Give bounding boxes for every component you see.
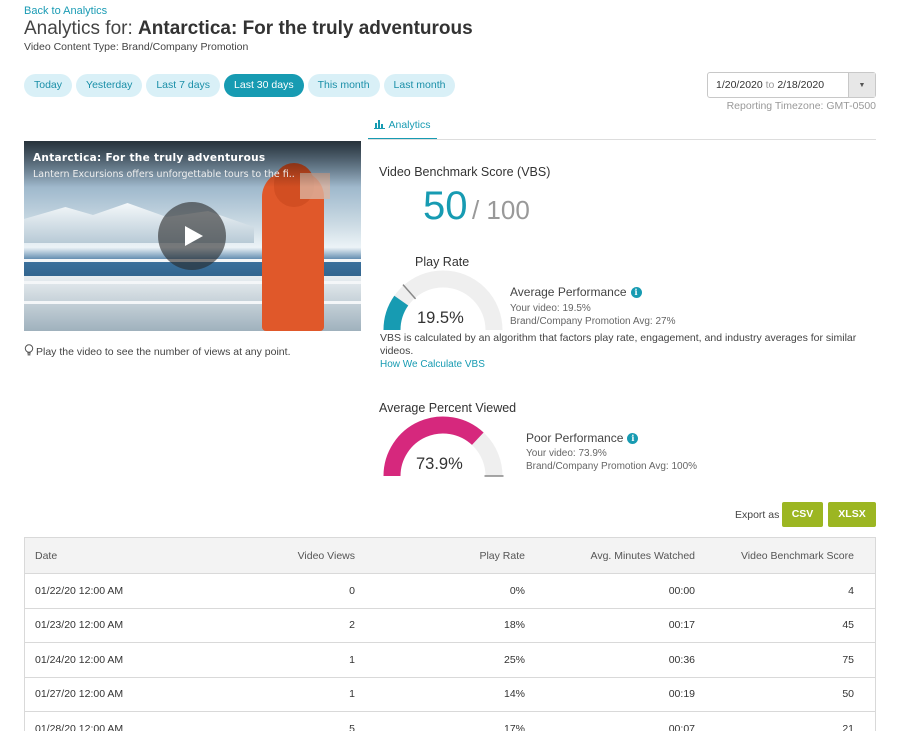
cell-vbs: 4	[848, 584, 854, 597]
video-player[interactable]: Antarctica: For the truly adventurous La…	[24, 141, 361, 331]
tab-analytics[interactable]: Analytics	[368, 117, 437, 140]
avg-percent-viewed-category-avg: Brand/Company Promotion Avg: 100%	[526, 461, 698, 472]
date-range-picker[interactable]: 1/20/2020 to 2/18/2020 ▼	[707, 72, 876, 98]
table-row: 01/28/20 12:00 AM 5 17% 00:07 21	[25, 712, 875, 731]
play-rate-performance-label: Average Performance	[510, 285, 627, 299]
cell-date: 01/23/20 12:00 AM	[35, 619, 124, 632]
video-content-type: Video Content Type: Brand/Company Promot…	[24, 41, 249, 53]
video-description: Lantern Excursions offers unforgettable …	[33, 169, 295, 180]
video-title-shade	[24, 141, 361, 187]
bar-chart-icon	[374, 119, 386, 132]
avg-percent-viewed-your-video: Your video: 73.9%	[526, 448, 607, 459]
cell-avg-minutes-watched: 00:19	[668, 688, 695, 701]
date-range-selector: Today Yesterday Last 7 days Last 30 days…	[24, 74, 456, 97]
cell-vbs: 45	[842, 619, 854, 632]
cell-play-rate: 0%	[509, 584, 525, 597]
play-rate-your-video: Your video: 19.5%	[510, 303, 591, 314]
page-title-prefix: Analytics for:	[24, 18, 139, 39]
play-icon	[185, 226, 203, 246]
reporting-timezone: Reporting Timezone: GMT-0500	[726, 100, 876, 112]
play-rate-performance: Average Performance i	[510, 285, 642, 299]
range-yesterday-button[interactable]: Yesterday	[76, 74, 143, 97]
export-label: Export as	[735, 509, 780, 521]
tab-divider	[368, 139, 876, 140]
cell-video-views: 1	[349, 653, 355, 666]
column-header-play-rate[interactable]: Play Rate	[355, 550, 525, 562]
date-separator: to	[765, 79, 775, 91]
cell-video-views: 1	[349, 688, 355, 701]
cell-video-views: 0	[349, 584, 355, 597]
table-row: 01/24/20 12:00 AM 1 25% 00:36 75	[25, 643, 875, 678]
caret-down-icon[interactable]: ▼	[848, 73, 875, 97]
page-title: Analytics for: Antarctica: For the truly…	[24, 18, 473, 40]
cell-avg-minutes-watched: 00:36	[668, 653, 695, 666]
table-row: 01/22/20 12:00 AM 0 0% 00:00 4	[25, 574, 875, 609]
vbs-score-max: / 100	[471, 195, 530, 225]
play-button[interactable]	[158, 202, 226, 270]
play-rate-gauge-fill	[383, 295, 409, 331]
table-header: Date Video Views Play Rate Avg. Minutes …	[25, 538, 875, 574]
range-last-30-days-button[interactable]: Last 30 days	[224, 74, 304, 97]
analytics-table: Date Video Views Play Rate Avg. Minutes …	[24, 537, 876, 731]
vbs-score: 50 / 100	[423, 184, 530, 229]
range-today-button[interactable]: Today	[24, 74, 73, 97]
table-row: 01/23/20 12:00 AM 2 18% 00:17 45	[25, 608, 875, 643]
info-icon[interactable]: i	[627, 432, 639, 444]
cell-vbs: 75	[842, 653, 854, 666]
play-rate-category-avg: Brand/Company Promotion Avg: 27%	[510, 316, 676, 327]
table-row: 01/27/20 12:00 AM 1 14% 00:19 50	[25, 677, 875, 712]
cell-date: 01/27/20 12:00 AM	[35, 688, 124, 701]
range-last-month-button[interactable]: Last month	[383, 74, 456, 97]
date-start: 1/20/2020	[716, 79, 763, 91]
cell-video-views: 5	[349, 722, 355, 731]
cell-date: 01/28/20 12:00 AM	[35, 722, 124, 731]
export-csv-button[interactable]: CSV	[782, 502, 823, 527]
export-xlsx-button[interactable]: XLSX	[828, 502, 876, 527]
cell-play-rate: 14%	[503, 688, 525, 701]
vbs-explanation: VBS is calculated by an algorithm that f…	[380, 332, 857, 357]
avg-percent-viewed-performance-label: Poor Performance	[526, 431, 624, 445]
column-header-video-views[interactable]: Video Views	[205, 550, 355, 562]
play-rate-title: Play Rate	[415, 255, 470, 269]
page-title-video-name: Antarctica: For the truly adventurous	[138, 18, 473, 39]
cell-avg-minutes-watched: 00:00	[668, 584, 695, 597]
cell-avg-minutes-watched: 00:07	[668, 722, 695, 731]
avg-percent-viewed-title: Average Percent Viewed	[379, 401, 517, 415]
video-title: Antarctica: For the truly adventurous	[33, 152, 266, 164]
cell-avg-minutes-watched: 00:17	[668, 619, 695, 632]
vbs-score-value: 50	[423, 184, 468, 228]
avg-percent-viewed-value: 73.9%	[416, 455, 463, 473]
date-end: 2/18/2020	[777, 79, 825, 91]
cell-play-rate: 17%	[503, 722, 525, 731]
range-this-month-button[interactable]: This month	[307, 74, 380, 97]
vbs-title: Video Benchmark Score (VBS)	[379, 165, 551, 179]
play-rate-value: 19.5%	[417, 309, 464, 327]
video-hint: Play the video to see the number of view…	[24, 344, 290, 359]
column-header-date[interactable]: Date	[25, 550, 205, 562]
tab-analytics-label: Analytics	[388, 119, 431, 131]
avg-percent-viewed-performance: Poor Performance i	[526, 431, 639, 445]
cell-play-rate: 18%	[503, 619, 525, 632]
column-header-avg-minutes-watched[interactable]: Avg. Minutes Watched	[525, 550, 695, 562]
back-to-analytics-link[interactable]: Back to Analytics	[24, 5, 107, 17]
cell-date: 01/24/20 12:00 AM	[35, 653, 124, 666]
cell-vbs: 50	[842, 688, 854, 701]
column-header-video-benchmark-score[interactable]: Video Benchmark Score	[695, 550, 865, 562]
date-range-text: 1/20/2020 to 2/18/2020	[708, 79, 848, 91]
info-icon[interactable]: i	[630, 286, 642, 298]
cell-date: 01/22/20 12:00 AM	[35, 584, 124, 597]
how-we-calculate-vbs-link[interactable]: How We Calculate VBS	[380, 359, 485, 370]
cell-play-rate: 25%	[503, 653, 525, 666]
cell-video-views: 2	[349, 619, 355, 632]
lightbulb-icon	[24, 344, 34, 359]
cell-vbs: 21	[842, 722, 854, 731]
video-hint-text: Play the video to see the number of view…	[36, 345, 291, 358]
range-last-7-days-button[interactable]: Last 7 days	[146, 74, 221, 97]
